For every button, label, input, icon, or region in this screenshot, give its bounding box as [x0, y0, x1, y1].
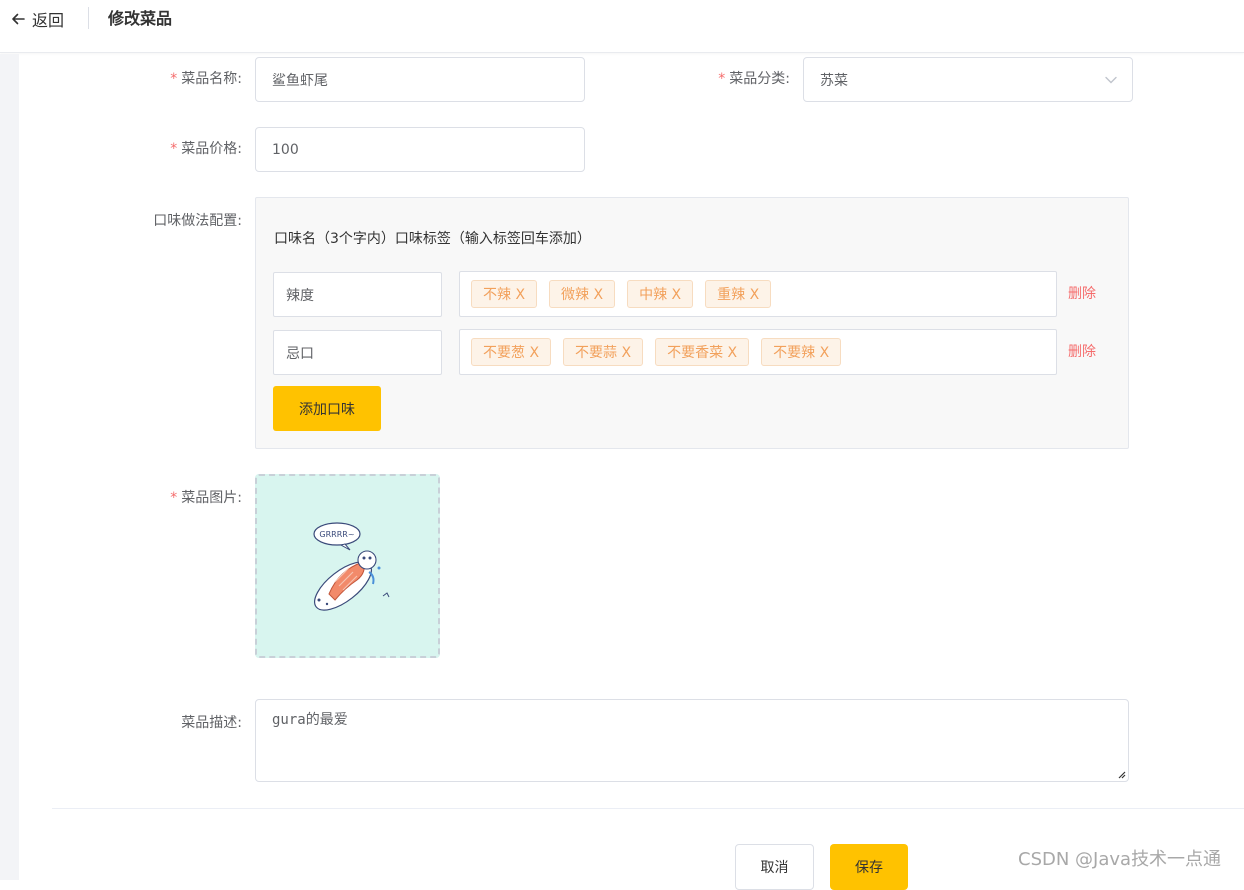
flavor-tag[interactable]: 微辣 X: [549, 280, 616, 308]
cancel-button[interactable]: 取消: [735, 844, 814, 890]
flavor-tag[interactable]: 不要辣 X: [761, 338, 842, 366]
dish-category-label: * 菜品分类:: [718, 71, 790, 87]
flavor-config-panel: 口味名（3个字内）口味标签（输入标签回车添加） 辣度 不辣 X 微辣 X 中辣 …: [255, 197, 1129, 449]
image-upload[interactable]: GRRRR~: [255, 474, 440, 658]
arrow-left-icon: [12, 13, 25, 25]
dish-price-label: * 菜品价格:: [170, 141, 242, 157]
save-button[interactable]: 保存: [830, 844, 908, 890]
required-mark: *: [718, 71, 726, 87]
delete-flavor-button[interactable]: 删除: [1068, 342, 1096, 362]
required-mark: *: [170, 71, 178, 87]
add-flavor-button[interactable]: 添加口味: [273, 386, 381, 431]
dish-category-select[interactable]: 苏菜: [803, 57, 1133, 102]
delete-flavor-button[interactable]: 删除: [1068, 284, 1096, 304]
dish-name-label: * 菜品名称:: [170, 71, 242, 87]
dish-description-textarea[interactable]: gura的最爱: [255, 699, 1129, 782]
page-title: 修改菜品: [108, 9, 173, 28]
dish-description-label: 菜品描述:: [181, 715, 242, 731]
left-gutter: [0, 54, 19, 880]
speech-bubble-text: GRRRR~: [319, 530, 354, 539]
flavor-tag[interactable]: 中辣 X: [627, 280, 694, 308]
dish-name-input[interactable]: 鲨鱼虾尾: [255, 57, 585, 102]
flavor-tags-input[interactable]: 不要葱 X 不要蒜 X 不要香菜 X 不要辣 X: [459, 329, 1057, 375]
dish-price-input[interactable]: 100: [255, 127, 585, 172]
dish-category-value: 苏菜: [820, 72, 848, 89]
flavor-tag[interactable]: 不要蒜 X: [563, 338, 644, 366]
top-bar: 返回 修改菜品: [0, 0, 1244, 53]
dish-image: GRRRR~: [313, 522, 390, 611]
dish-description-value: gura的最爱: [272, 712, 348, 728]
flavor-name-input[interactable]: 忌口: [273, 330, 442, 375]
chevron-down-icon: [1105, 76, 1117, 84]
flavor-tag[interactable]: 不要香菜 X: [655, 338, 750, 366]
flavor-header: 口味名（3个字内）口味标签（输入标签回车添加）: [274, 231, 591, 247]
flavor-tags-input[interactable]: 不辣 X 微辣 X 中辣 X 重辣 X: [459, 271, 1057, 317]
watermark: CSDN @Java技术一点通: [1018, 849, 1222, 870]
header-divider: [88, 7, 89, 29]
flavor-config-label: 口味做法配置:: [153, 213, 242, 229]
dish-name-value: 鲨鱼虾尾: [272, 72, 328, 89]
resize-handle-icon[interactable]: [1116, 769, 1126, 779]
footer-divider: [52, 808, 1244, 809]
back-button[interactable]: 返回: [10, 7, 64, 31]
back-label: 返回: [32, 11, 65, 30]
required-mark: *: [170, 141, 178, 157]
dish-price-value: 100: [272, 141, 299, 158]
flavor-tag[interactable]: 不辣 X: [471, 280, 538, 308]
dish-image-label: * 菜品图片:: [170, 490, 242, 506]
flavor-name-input[interactable]: 辣度: [273, 272, 442, 317]
flavor-tag[interactable]: 重辣 X: [705, 280, 772, 308]
required-mark: *: [170, 490, 178, 506]
flavor-tag[interactable]: 不要葱 X: [471, 338, 552, 366]
